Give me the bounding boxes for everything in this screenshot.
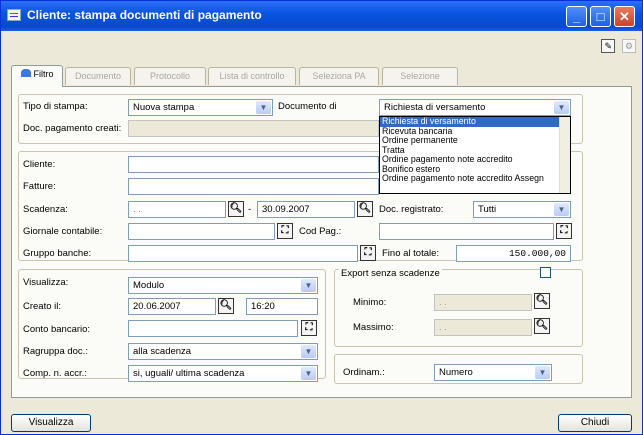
doc-creati-label: Doc. pagamento creati:	[23, 123, 122, 134]
tab-filtro[interactable]: Filtro	[11, 65, 63, 87]
visualizza-button[interactable]: Visualizza	[11, 414, 91, 432]
tab-selezione[interactable]: Selezione	[382, 67, 458, 85]
raggruppa-value: alla scadenza	[133, 346, 192, 357]
comp-accr-label: Comp. n. accr.:	[23, 368, 87, 379]
dropdown-option[interactable]: Ordine pagamento note accredito Assegn	[380, 173, 570, 184]
visualizza-value: Modulo	[133, 280, 165, 291]
comp-accr-value: si, uguali/ ultima scadenza	[133, 368, 245, 379]
tab-label: Filtro	[33, 69, 54, 79]
dropdown-option[interactable]: Ordine permanente	[380, 135, 570, 146]
gruppo-banche-label: Gruppo banche:	[23, 248, 92, 259]
minimo-input[interactable]: . .	[434, 294, 532, 311]
lookup-icon[interactable]: ⛶	[360, 245, 376, 261]
fatture-input[interactable]	[128, 178, 379, 195]
maximize-button[interactable]: □	[590, 6, 611, 27]
documento-di-select[interactable]: Richiesta di versamento ▼	[379, 99, 571, 116]
tipo-stampa-label: Tipo di stampa:	[23, 101, 88, 112]
doc-registrato-label: Doc. registrato:	[379, 204, 444, 215]
giornale-input[interactable]	[128, 223, 275, 240]
cod-pag-label: Cod Pag.:	[299, 226, 342, 237]
lookup-icon[interactable]: ⛶	[277, 223, 293, 239]
chevron-down-icon[interactable]: ▼	[554, 203, 569, 216]
title-bar[interactable]: Cliente: stampa documenti di pagamento _…	[1, 1, 642, 31]
conto-bancario-input[interactable]	[128, 320, 298, 337]
fino-totale-input[interactable]: 150.000,00	[456, 245, 571, 262]
cliente-input[interactable]	[128, 156, 379, 173]
documento-di-label: Documento di	[278, 101, 337, 112]
gruppo-banche-input[interactable]	[128, 245, 358, 262]
search-icon[interactable]: 🔍︎	[534, 293, 550, 309]
ordinam-label: Ordinam.:	[343, 367, 385, 378]
doc-registrato-select[interactable]: Tutti ▼	[473, 201, 571, 218]
chevron-down-icon[interactable]: ▼	[256, 101, 271, 114]
visualizza-label: Visualizza:	[23, 277, 69, 288]
documento-dropdown-list[interactable]: Richiesta di versamento Ricevuta bancari…	[379, 116, 571, 194]
visualizza-select[interactable]: Modulo ▼	[128, 277, 318, 294]
edit-icon[interactable]: ✎	[601, 39, 616, 53]
massimo-input[interactable]: . .	[434, 319, 532, 336]
fatture-label: Fatture:	[23, 181, 56, 192]
chevron-down-icon[interactable]: ▼	[301, 279, 316, 292]
search-icon[interactable]: 🔍︎	[357, 201, 373, 217]
search-icon[interactable]: 🔍︎	[534, 318, 550, 334]
ordinam-select[interactable]: Numero ▼	[434, 364, 552, 381]
scadenza-from-input[interactable]: . .	[128, 201, 226, 218]
minimo-label: Minimo:	[353, 297, 387, 308]
close-button[interactable]: ✕	[614, 6, 635, 27]
chiudi-button[interactable]: Chiudi	[558, 414, 632, 432]
chevron-down-icon[interactable]: ▼	[301, 367, 316, 380]
fino-totale-label: Fino al totale:	[382, 248, 440, 259]
cod-pag-input[interactable]	[379, 223, 554, 240]
lookup-icon[interactable]: ⛶	[556, 223, 572, 239]
giornale-label: Giornale contabile:	[23, 226, 103, 237]
creato-label: Creato il:	[23, 301, 62, 312]
chevron-down-icon[interactable]: ▼	[301, 345, 316, 358]
comp-accr-select[interactable]: si, uguali/ ultima scadenza ▼	[128, 365, 318, 382]
scadenza-separator: -	[248, 204, 252, 215]
minimize-button[interactable]: _	[566, 6, 587, 27]
app-icon	[7, 9, 21, 21]
documento-di-value: Richiesta di versamento	[384, 102, 486, 113]
tab-protocollo[interactable]: Protocollo	[134, 67, 206, 85]
chevron-down-icon[interactable]: ▼	[535, 366, 550, 379]
scadenza-label: Scadenza:	[23, 204, 68, 215]
tab-seleziona-pa[interactable]: Seleziona PA	[299, 67, 379, 85]
tipo-stampa-value: Nuova stampa	[133, 102, 195, 113]
creato-time-input[interactable]: 16:20	[246, 298, 318, 315]
export-checkbox[interactable]	[540, 267, 551, 278]
creato-date-input[interactable]: 20.06.2007	[128, 298, 216, 315]
chevron-down-icon[interactable]: ▼	[554, 101, 569, 114]
lookup-icon[interactable]: ⛶	[301, 320, 317, 336]
window-title: Cliente: stampa documenti di pagamento	[27, 8, 262, 22]
tab-documento[interactable]: Documento	[65, 67, 131, 85]
tab-lista-controllo[interactable]: Lista di controllo	[208, 67, 296, 85]
conto-bancario-label: Conto bancario:	[23, 324, 91, 335]
dropdown-scrollbar[interactable]	[559, 117, 570, 193]
export-label: Export senza scadenze	[339, 268, 442, 279]
header-tools: ✎ ⚙	[597, 39, 636, 53]
search-icon[interactable]: 🔍︎	[228, 201, 244, 217]
filter-icon	[20, 69, 31, 77]
cliente-label: Cliente:	[23, 159, 56, 170]
settings-icon[interactable]: ⚙	[622, 39, 636, 53]
tipo-stampa-select[interactable]: Nuova stampa ▼	[128, 99, 273, 116]
doc-creati-field	[128, 120, 379, 137]
search-icon[interactable]: 🔍︎	[218, 298, 234, 314]
raggruppa-select[interactable]: alla scadenza ▼	[128, 343, 318, 360]
scadenza-to-input[interactable]: 30.09.2007	[257, 201, 355, 218]
doc-registrato-value: Tutti	[478, 204, 497, 215]
window: Cliente: stampa documenti di pagamento _…	[0, 0, 643, 435]
ordinam-value: Numero	[439, 367, 473, 378]
massimo-label: Massimo:	[353, 322, 394, 333]
raggruppa-label: Ragruppa doc.:	[23, 346, 88, 357]
